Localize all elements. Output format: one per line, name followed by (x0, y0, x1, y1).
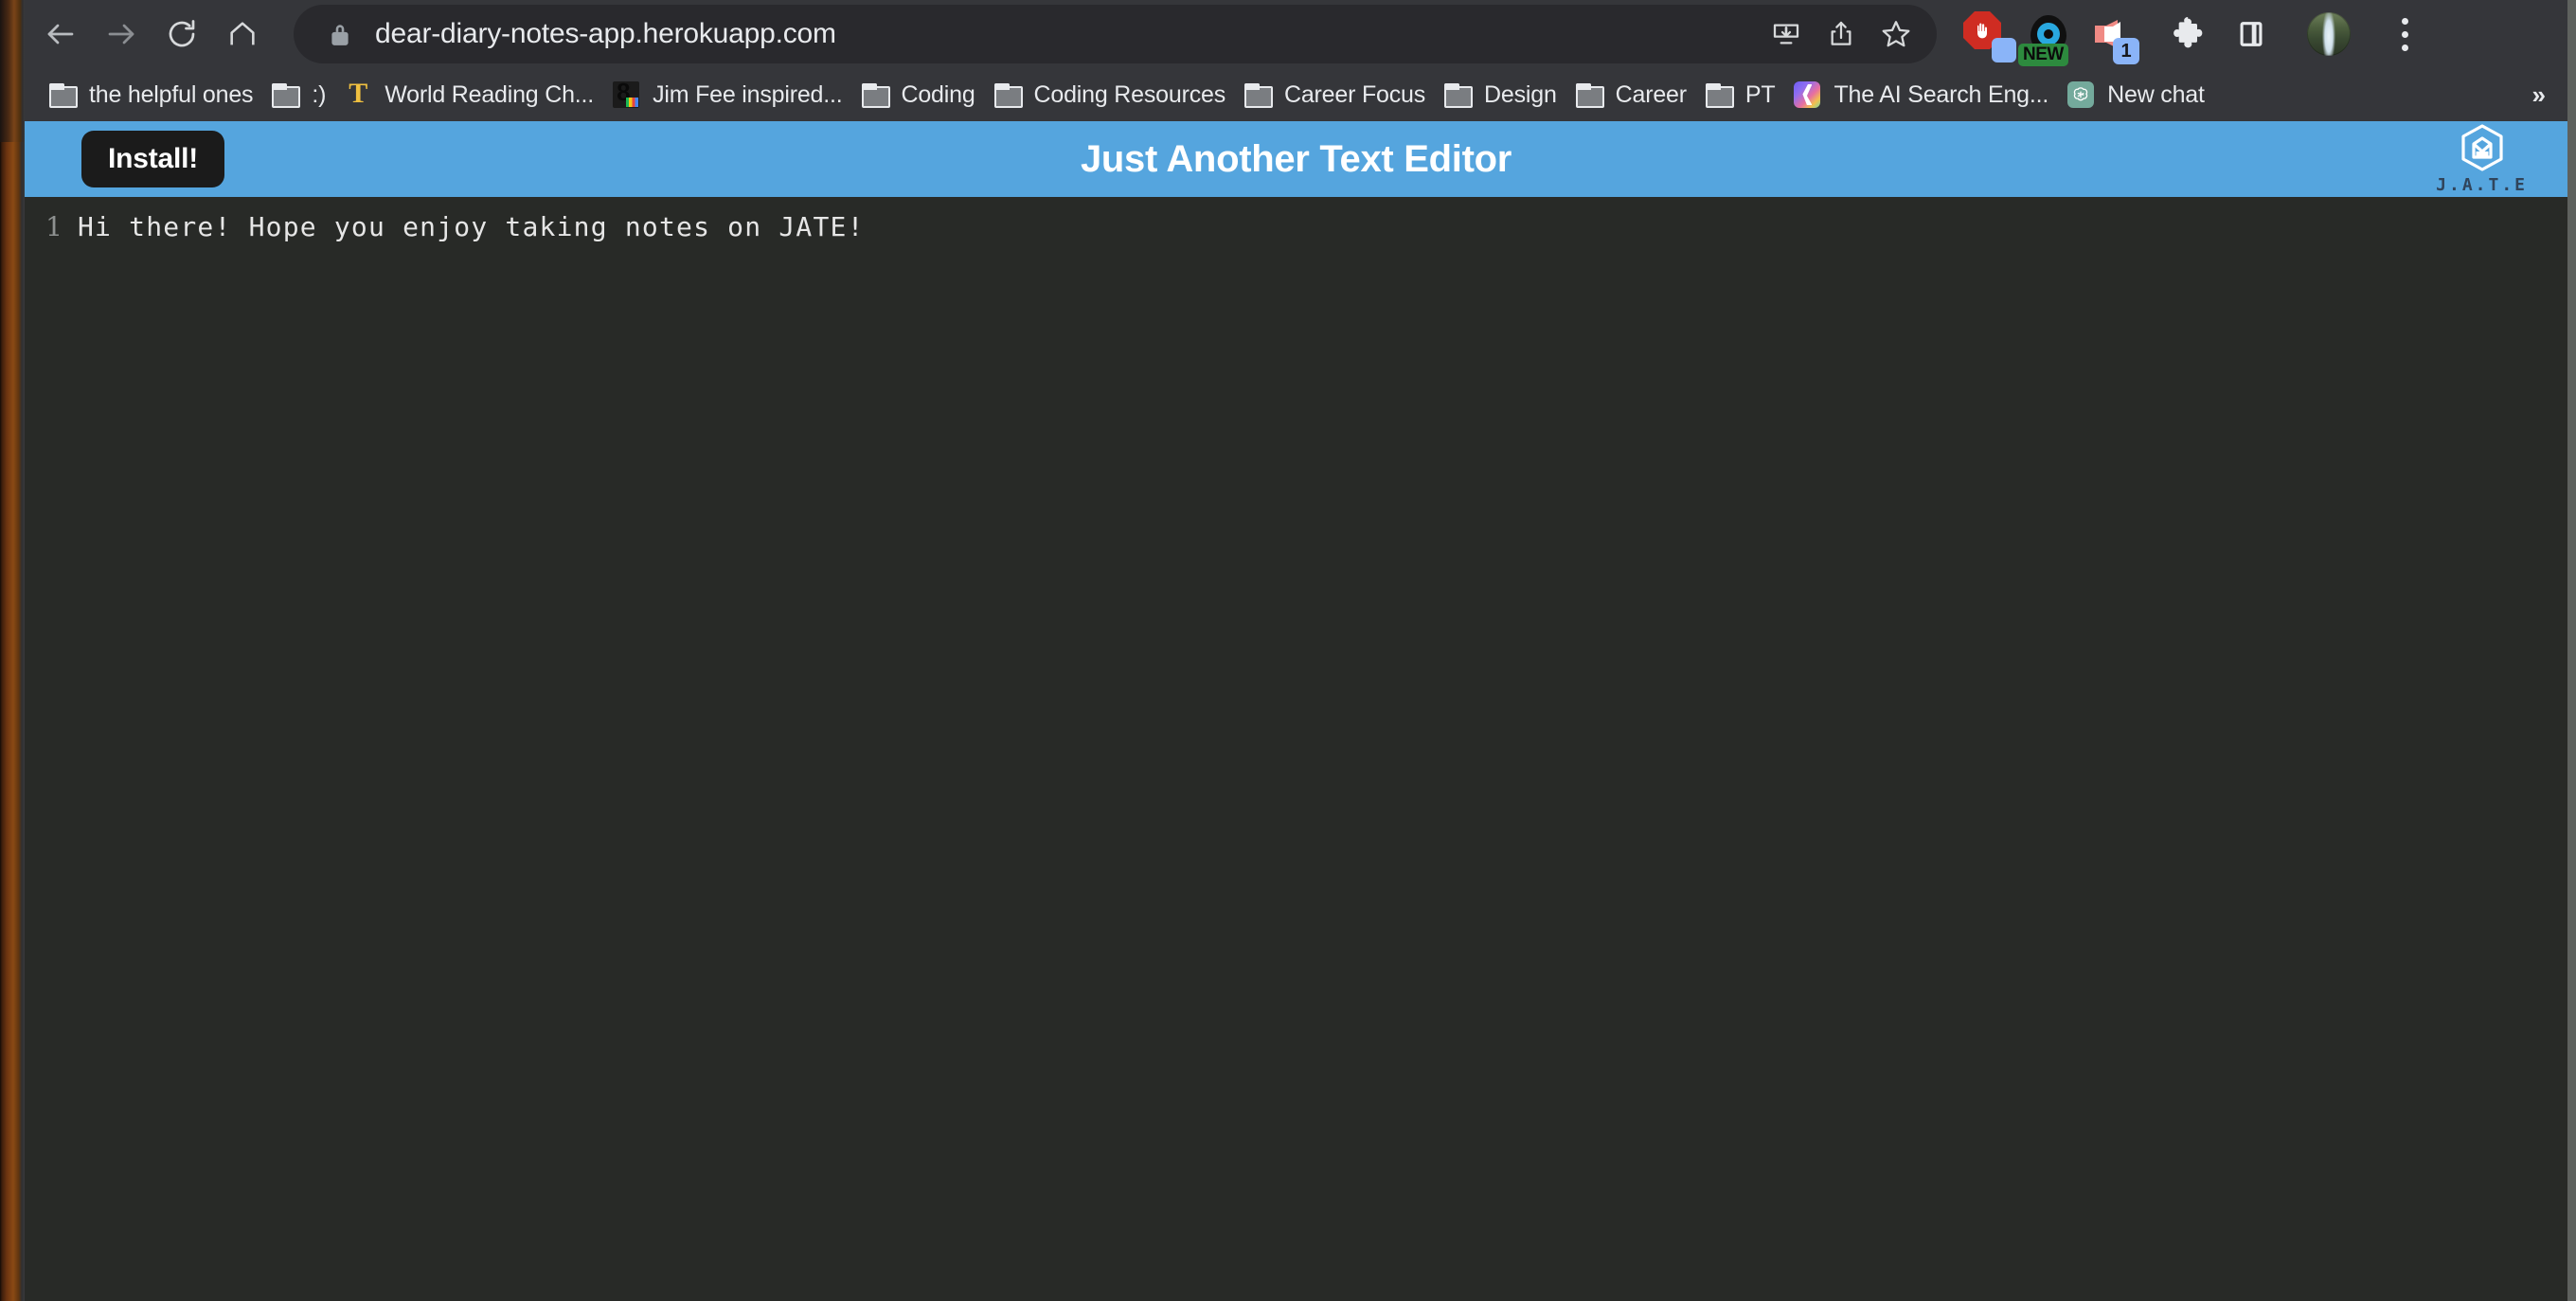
adblock-icon[interactable] (1961, 8, 2016, 62)
bookmark-coding-resources[interactable]: Coding Resources (985, 73, 1235, 116)
clock-extension-icon[interactable]: NEW (2018, 8, 2075, 66)
profile-photo (2307, 12, 2351, 56)
bookmark-label: the helpful ones (89, 80, 254, 108)
letter-t-favicon: T (349, 78, 368, 109)
folder-icon (861, 83, 890, 108)
bookmark-label: :) (312, 80, 327, 108)
forward-button[interactable] (91, 4, 152, 64)
address-bar[interactable]: dear-diary-notes-app.herokuapp.com (294, 5, 1937, 63)
folder-icon (1244, 83, 1273, 108)
folder-icon (49, 83, 78, 108)
bookmark-label: New chat (2107, 80, 2205, 108)
chatgpt-favicon (2067, 81, 2095, 108)
extensions-puzzle-icon[interactable] (2164, 8, 2217, 61)
chrome-menu-button[interactable] (2378, 8, 2431, 61)
adblock-badge (1992, 38, 2016, 62)
window-right-edge (2567, 0, 2576, 1301)
bookmark-label: PT (1744, 80, 1776, 108)
editor-text-content[interactable]: Hi there! Hope you enjoy taking notes on… (63, 210, 2567, 1301)
bookmark-pt[interactable]: PT (1696, 73, 1785, 116)
omnibox-actions (1759, 7, 1937, 62)
arrow-right-icon (104, 17, 138, 51)
bookmark-label: Coding (901, 80, 975, 108)
jate-logo: J.A.T.E (2436, 123, 2528, 195)
url-text[interactable]: dear-diary-notes-app.herokuapp.com (375, 18, 836, 50)
install-button[interactable]: Install! (81, 131, 225, 187)
bookmark-coding[interactable]: Coding (852, 73, 985, 116)
browser-toolbar: dear-diary-notes-app.herokuapp.com NEW 1 (25, 0, 2576, 68)
bookmark-label: Jim Fee inspired... (653, 80, 843, 108)
desktop-background-strip (0, 0, 25, 1301)
back-button[interactable] (30, 4, 91, 64)
home-button[interactable] (212, 4, 273, 64)
folder-icon (1705, 83, 1734, 108)
home-icon (226, 18, 259, 50)
lock-icon[interactable] (328, 21, 352, 47)
folder-icon (993, 83, 1023, 108)
bookmark-label: Coding Resources (1033, 80, 1226, 108)
bookmark-jim-fee-inspired[interactable]: Jim Fee inspired... (603, 73, 851, 116)
new-badge: NEW (2018, 44, 2068, 66)
jate-wordmark: J.A.T.E (2436, 175, 2528, 195)
hexagon-box-icon (2460, 124, 2503, 171)
share-icon[interactable] (1814, 7, 1869, 62)
bookmark-career-focus[interactable]: Career Focus (1235, 73, 1435, 116)
clock-hands (2044, 29, 2053, 39)
folder-icon (1575, 83, 1604, 108)
install-app-icon[interactable] (1759, 7, 1814, 62)
extensions-area: NEW 1 (1961, 8, 2452, 66)
clock-face (2037, 23, 2060, 45)
bookmark-label: Design (1484, 80, 1557, 108)
text-editor[interactable]: 1 Hi there! Hope you enjoy taking notes … (25, 197, 2567, 1301)
side-panel-icon[interactable] (2225, 8, 2278, 61)
arrow-left-icon (44, 17, 78, 51)
bookmark-label: World Reading Ch... (385, 80, 595, 108)
folder-icon (272, 83, 301, 108)
bookmark-career[interactable]: Career (1566, 73, 1696, 116)
folder-icon (1444, 83, 1474, 108)
reload-button[interactable] (152, 4, 212, 64)
bookmark-new-chat[interactable]: New chat (2058, 73, 2214, 116)
bookmark-the-ai-search-engine[interactable]: The AI Search Eng... (1784, 73, 2058, 116)
browser-window: dear-diary-notes-app.herokuapp.com NEW 1… (25, 0, 2576, 1301)
bookmark-label: Career Focus (1284, 80, 1426, 108)
bookmark-star-icon[interactable] (1869, 7, 1923, 62)
ai-search-favicon (1794, 81, 1821, 108)
bookmark-label: Career (1615, 80, 1687, 108)
reload-icon (165, 17, 199, 51)
avatar[interactable] (2302, 8, 2355, 61)
bookmarks-bar: the helpful ones :) T World Reading Ch..… (25, 68, 2576, 121)
bookmark-world-reading-challenge[interactable]: T World Reading Ch... (335, 73, 603, 116)
line-number-gutter: 1 (25, 210, 63, 1301)
download-count-badge: 1 (2113, 38, 2139, 64)
bookmark-smiley[interactable]: :) (262, 73, 335, 116)
bookmark-design[interactable]: Design (1435, 73, 1566, 116)
desktop-background-strip-top (0, 0, 25, 142)
bookmarks-overflow-button[interactable]: » (2532, 80, 2546, 110)
jim-fee-favicon (613, 81, 640, 108)
bookmark-label: The AI Search Eng... (1834, 80, 2049, 108)
app-header: Install! Just Another Text Editor J.A.T.… (25, 121, 2567, 197)
line-number: 1 (45, 211, 63, 242)
video-download-icon[interactable]: 1 (2083, 8, 2139, 64)
page-title: Just Another Text Editor (1080, 137, 1512, 180)
page-viewport: Install! Just Another Text Editor J.A.T.… (25, 121, 2567, 1301)
kebab-menu-icon (2401, 17, 2408, 51)
bookmark-the-helpful-ones[interactable]: the helpful ones (40, 73, 262, 116)
